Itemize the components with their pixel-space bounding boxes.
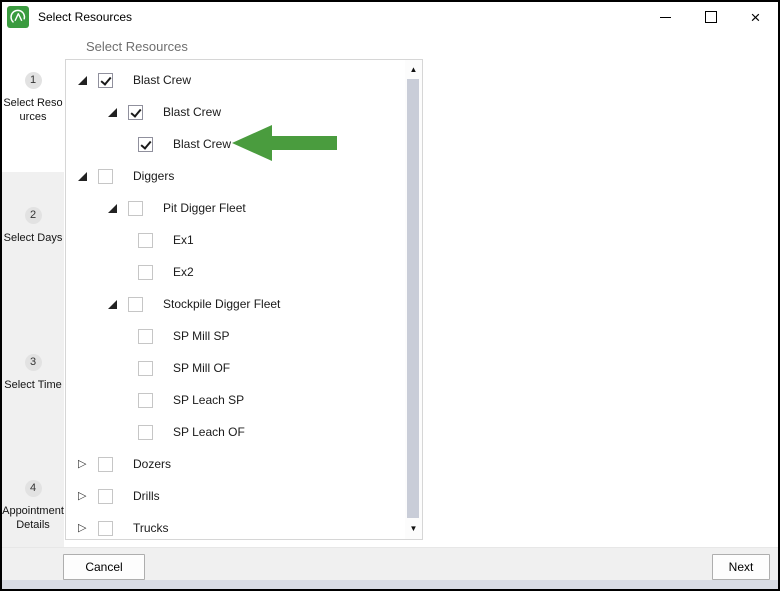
tree-expander-icon xyxy=(118,361,138,375)
checkbox[interactable] xyxy=(128,104,143,120)
pane-heading: Select Resources xyxy=(86,39,188,54)
maximize-icon xyxy=(704,11,717,23)
tree-item-label: Diggers xyxy=(133,169,175,183)
minimize-button[interactable] xyxy=(643,2,688,32)
step-2-select-days[interactable]: 2 Select Days xyxy=(2,207,64,245)
tree-row-ex2[interactable]: Ex2 xyxy=(66,256,405,288)
tree-expander-icon xyxy=(118,425,138,439)
tree-row-ex1[interactable]: Ex1 xyxy=(66,224,405,256)
tree-item-label: Drills xyxy=(133,489,160,503)
tree-item-label: Blast Crew xyxy=(163,105,222,119)
maximize-button[interactable] xyxy=(688,2,733,32)
tree-row-sp-mill-sp[interactable]: SP Mill SP xyxy=(66,320,405,352)
tree-item-label: Trucks xyxy=(133,521,169,535)
tree-item-label: SP Leach OF xyxy=(173,425,245,439)
step-4-appointment-details[interactable]: 4 Appointment Details xyxy=(2,480,64,533)
tree-item-label: Stockpile Digger Fleet xyxy=(163,297,281,311)
checkbox[interactable] xyxy=(138,264,153,280)
tree-expander-icon[interactable] xyxy=(78,457,98,471)
bottom-strip xyxy=(2,580,778,589)
step-number-badge: 2 xyxy=(24,207,42,224)
window-controls: × xyxy=(643,2,778,32)
tree-row-blast-crew-3[interactable]: Blast Crew xyxy=(66,128,405,160)
close-button[interactable]: × xyxy=(733,2,778,32)
checkbox[interactable] xyxy=(138,232,153,248)
resource-tree: Blast Crew Blast Crew Blast Crew Diggers xyxy=(65,59,423,540)
tree-row-diggers[interactable]: Diggers xyxy=(66,160,405,192)
checkbox[interactable] xyxy=(98,456,113,472)
tree-item-label: Blast Crew xyxy=(173,137,232,151)
tree-expander-icon[interactable] xyxy=(108,201,128,215)
app-logo-icon xyxy=(7,6,29,28)
scrollbar-down-icon[interactable]: ▼ xyxy=(405,522,422,536)
checkbox[interactable] xyxy=(98,168,113,184)
step-number-badge: 1 xyxy=(24,72,42,89)
tree-expander-icon xyxy=(118,137,138,151)
checkbox[interactable] xyxy=(98,520,113,536)
tree-row-blast-crew-1[interactable]: Blast Crew xyxy=(66,64,405,96)
step-number-badge: 4 xyxy=(24,480,42,497)
tree-expander-icon xyxy=(118,393,138,407)
tree-expander-icon[interactable] xyxy=(78,169,98,183)
mountain-swoosh-icon xyxy=(10,9,26,23)
tree-row-blast-crew-2[interactable]: Blast Crew xyxy=(66,96,405,128)
tree-row-sp-leach-of[interactable]: SP Leach OF xyxy=(66,416,405,448)
step-label: Select Time xyxy=(4,379,62,391)
window-title: Select Resources xyxy=(38,10,133,24)
tree-row-sp-mill-of[interactable]: SP Mill OF xyxy=(66,352,405,384)
tree-expander-icon xyxy=(118,233,138,247)
cancel-button[interactable]: Cancel xyxy=(63,554,145,580)
step-1-select-resources[interactable]: 1 Select Resources xyxy=(2,72,64,125)
tree-row-pit-digger-fleet[interactable]: Pit Digger Fleet xyxy=(66,192,405,224)
minimize-icon xyxy=(660,16,671,18)
tree-item-label: Blast Crew xyxy=(133,73,192,87)
tree-item-label: SP Mill OF xyxy=(173,361,231,375)
tree-expander-icon[interactable] xyxy=(78,73,98,87)
tree-item-label: Pit Digger Fleet xyxy=(163,201,246,215)
tree-expander-icon xyxy=(118,265,138,279)
title-bar: Select Resources × xyxy=(2,2,778,32)
checkbox[interactable] xyxy=(138,328,153,344)
tree-item-label: Dozers xyxy=(133,457,172,471)
tree-expander-icon[interactable] xyxy=(108,105,128,119)
tree-row-sp-leach-sp[interactable]: SP Leach SP xyxy=(66,384,405,416)
tree-item-label: Ex1 xyxy=(173,233,194,247)
scrollbar-up-icon[interactable]: ▲ xyxy=(405,63,422,77)
checkbox[interactable] xyxy=(138,360,153,376)
tree-scrollbar[interactable]: ▲ ▼ xyxy=(405,60,422,539)
tree-row-stockpile-digger-fleet[interactable]: Stockpile Digger Fleet xyxy=(66,288,405,320)
tree-row-trucks[interactable]: Trucks xyxy=(66,512,405,544)
checkbox[interactable] xyxy=(98,488,113,504)
footer-bar: Cancel Next xyxy=(2,547,778,583)
step-3-select-time[interactable]: 3 Select Time xyxy=(2,354,64,392)
checkbox[interactable] xyxy=(98,72,113,88)
checkbox[interactable] xyxy=(138,136,153,152)
step-number-badge: 3 xyxy=(24,354,42,371)
tree-rows: Blast Crew Blast Crew Blast Crew Diggers xyxy=(66,64,405,544)
wizard-step-sidebar: 1 Select Resources 2 Select Days 3 Selec… xyxy=(2,32,64,580)
checkbox[interactable] xyxy=(128,200,143,216)
step-label: Select Resources xyxy=(3,97,63,124)
tree-item-label: SP Mill SP xyxy=(173,329,230,343)
tree-item-label: Ex2 xyxy=(173,265,194,279)
checkbox[interactable] xyxy=(138,424,153,440)
tree-row-dozers[interactable]: Dozers xyxy=(66,448,405,480)
select-resources-dialog: Select Resources × 1 Select Resources 2 … xyxy=(0,0,780,591)
tree-expander-icon[interactable] xyxy=(108,297,128,311)
next-button[interactable]: Next xyxy=(712,554,770,580)
checkbox[interactable] xyxy=(128,296,143,312)
tree-item-label: SP Leach SP xyxy=(173,393,245,407)
tree-expander-icon[interactable] xyxy=(78,489,98,503)
step-label: Select Days xyxy=(3,232,63,244)
tree-row-drills[interactable]: Drills xyxy=(66,480,405,512)
tree-expander-icon xyxy=(118,329,138,343)
checkbox[interactable] xyxy=(138,392,153,408)
scrollbar-thumb[interactable] xyxy=(407,79,419,518)
tree-expander-icon[interactable] xyxy=(78,521,98,535)
step-label: Appointment Details xyxy=(2,505,64,532)
close-icon: × xyxy=(750,7,761,27)
